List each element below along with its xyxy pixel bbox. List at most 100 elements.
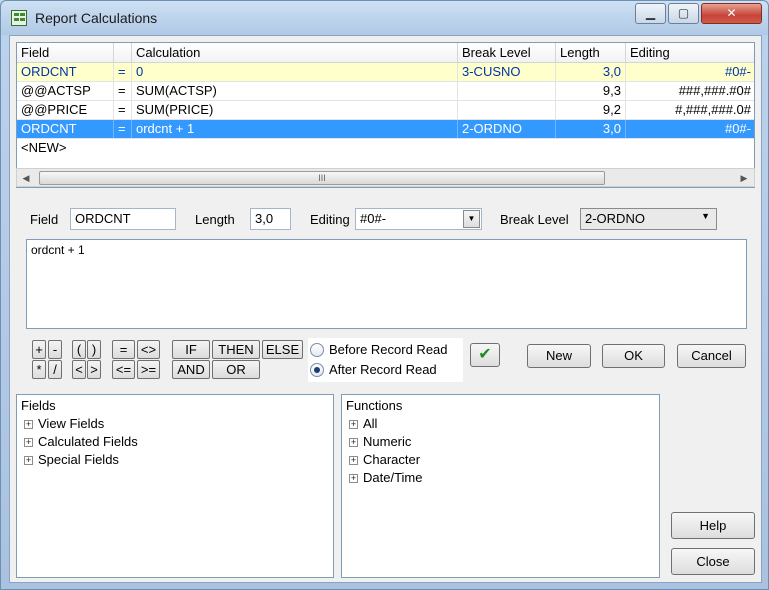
op-less-button[interactable]: < bbox=[72, 360, 86, 379]
cell-op: = bbox=[114, 120, 132, 138]
op-less-equal-button[interactable]: <= bbox=[112, 360, 135, 379]
op-then-button[interactable]: THEN bbox=[212, 340, 260, 359]
op-divide-button[interactable]: / bbox=[48, 360, 62, 379]
tree-node-date-time[interactable]: + Date/Time bbox=[346, 469, 655, 487]
op-else-button[interactable]: ELSE bbox=[262, 340, 303, 359]
tree-node-label: View Fields bbox=[38, 416, 105, 431]
after-record-read-option[interactable]: After Record Read bbox=[310, 360, 437, 380]
op-or-button[interactable]: OR bbox=[212, 360, 260, 379]
table-row-selected[interactable]: ORDCNT = ordcnt + 1 2-ORDNO 3,0 #0#- bbox=[17, 120, 754, 139]
radio-after[interactable] bbox=[310, 363, 324, 377]
scroll-thumb[interactable]: III bbox=[39, 171, 605, 185]
op-if-button[interactable]: IF bbox=[172, 340, 210, 359]
editing-combo[interactable]: #0#- ▼ bbox=[355, 208, 482, 230]
cell-calculation: SUM(ACTSP) bbox=[132, 82, 458, 100]
close-button[interactable]: Close bbox=[671, 548, 755, 575]
cell-calculation: 0 bbox=[132, 63, 458, 81]
cell-length: 9,3 bbox=[556, 82, 626, 100]
cell-op: = bbox=[114, 63, 132, 81]
cell-length: 9,2 bbox=[556, 101, 626, 119]
cell-calculation: SUM(PRICE) bbox=[132, 101, 458, 119]
close-window-button[interactable]: ✕ bbox=[701, 3, 762, 24]
op-not-equal-button[interactable]: <> bbox=[137, 340, 160, 359]
record-read-radio-group: Before Record Read After Record Read bbox=[308, 338, 463, 382]
before-record-read-label: Before Record Read bbox=[329, 342, 448, 357]
tree-node-label: Numeric bbox=[363, 434, 412, 449]
field-input[interactable]: ORDCNT bbox=[70, 208, 176, 230]
editing-label: Editing bbox=[310, 212, 350, 227]
header-op[interactable] bbox=[114, 43, 132, 62]
tree-node-view-fields[interactable]: + View Fields bbox=[21, 415, 329, 433]
new-button[interactable]: New bbox=[527, 344, 591, 368]
op-lparen-button[interactable]: ( bbox=[72, 340, 86, 359]
expand-icon[interactable]: + bbox=[349, 456, 358, 465]
tree-node-special-fields[interactable]: + Special Fields bbox=[21, 451, 329, 469]
cell-editing: #,###,###.0# bbox=[626, 101, 754, 119]
op-and-button[interactable]: AND bbox=[172, 360, 210, 379]
expand-icon[interactable]: + bbox=[24, 420, 33, 429]
header-calculation[interactable]: Calculation bbox=[132, 43, 458, 62]
calculator-icon bbox=[11, 10, 27, 26]
tree-node-numeric[interactable]: + Numeric bbox=[346, 433, 655, 451]
editing-value: #0#- bbox=[360, 211, 387, 226]
table-row[interactable]: @@PRICE = SUM(PRICE) 9,2 #,###,###.0# bbox=[17, 101, 754, 120]
fields-tree[interactable]: Fields + View Fields + Calculated Fields +… bbox=[16, 394, 334, 578]
calculations-grid[interactable]: Field Calculation Break Level Length Edi… bbox=[16, 42, 755, 188]
op-plus-button[interactable]: + bbox=[32, 340, 46, 359]
expand-icon[interactable]: + bbox=[24, 438, 33, 447]
cancel-button[interactable]: Cancel bbox=[677, 344, 746, 368]
tree-node-label: Special Fields bbox=[38, 452, 119, 467]
tree-node-label: Calculated Fields bbox=[38, 434, 138, 449]
field-label: Field bbox=[30, 212, 59, 227]
tree-node-label: All bbox=[363, 416, 378, 431]
op-multiply-button[interactable]: * bbox=[32, 360, 46, 379]
scroll-left-icon[interactable]: ◀ bbox=[19, 171, 33, 185]
op-rparen-button[interactable]: ) bbox=[87, 340, 101, 359]
header-editing[interactable]: Editing bbox=[626, 43, 754, 62]
calculation-textarea[interactable]: ordcnt + 1 bbox=[26, 239, 747, 329]
ok-button[interactable]: OK bbox=[602, 344, 665, 368]
break-level-select[interactable]: 2-ORDNO ▼ bbox=[580, 208, 717, 230]
expand-icon[interactable]: + bbox=[349, 420, 358, 429]
cell-break-level: 2-ORDNO bbox=[458, 120, 556, 138]
expand-icon[interactable]: + bbox=[349, 438, 358, 447]
break-level-value: 2-ORDNO bbox=[585, 211, 645, 226]
cell-field: ORDCNT bbox=[17, 120, 114, 138]
cell-editing: #0#- bbox=[626, 120, 754, 138]
minimize-button[interactable]: ▁ bbox=[635, 3, 666, 24]
horizontal-scrollbar[interactable]: ◀ III ▶ bbox=[16, 168, 755, 187]
table-row[interactable]: ORDCNT = 0 3-CUSNO 3,0 #0#- bbox=[17, 63, 754, 82]
before-record-read-option[interactable]: Before Record Read bbox=[310, 340, 448, 360]
radio-before[interactable] bbox=[310, 343, 324, 357]
help-button[interactable]: Help bbox=[671, 512, 755, 539]
tree-node-calculated-fields[interactable]: + Calculated Fields bbox=[21, 433, 329, 451]
fields-tree-title: Fields bbox=[21, 398, 56, 413]
cell-field: @@ACTSP bbox=[17, 82, 114, 100]
tree-node-all[interactable]: + All bbox=[346, 415, 655, 433]
tree-node-character[interactable]: + Character bbox=[346, 451, 655, 469]
report-calculations-window: Report Calculations ▁ ▢ ✕ Field Calculat… bbox=[0, 0, 769, 590]
functions-tree[interactable]: Functions + All + Numeric + Character + Date… bbox=[341, 394, 660, 578]
header-break-level[interactable]: Break Level bbox=[458, 43, 556, 62]
length-label: Length bbox=[195, 212, 235, 227]
table-row[interactable]: @@ACTSP = SUM(ACTSP) 9,3 ###,###.#0# bbox=[17, 82, 754, 101]
chevron-down-icon[interactable]: ▼ bbox=[463, 210, 480, 228]
checkmark-icon[interactable]: ✔ bbox=[470, 343, 500, 367]
op-equal-button[interactable]: = bbox=[112, 340, 135, 359]
maximize-button[interactable]: ▢ bbox=[668, 3, 699, 24]
tree-node-label: Date/Time bbox=[363, 470, 423, 485]
table-row-new[interactable]: <NEW> bbox=[17, 139, 754, 158]
cell-length: 3,0 bbox=[556, 120, 626, 138]
header-length[interactable]: Length bbox=[556, 43, 626, 62]
expand-icon[interactable]: + bbox=[24, 456, 33, 465]
dialog-body: Field Calculation Break Level Length Edi… bbox=[9, 35, 762, 583]
cell-editing: #0#- bbox=[626, 63, 754, 81]
op-greater-button[interactable]: > bbox=[87, 360, 101, 379]
op-minus-button[interactable]: - bbox=[48, 340, 62, 359]
expand-icon[interactable]: + bbox=[349, 474, 358, 483]
header-field[interactable]: Field bbox=[17, 43, 114, 62]
op-greater-equal-button[interactable]: >= bbox=[137, 360, 160, 379]
length-input[interactable]: 3,0 bbox=[250, 208, 291, 230]
scroll-right-icon[interactable]: ▶ bbox=[737, 171, 751, 185]
chevron-down-icon: ▼ bbox=[701, 211, 710, 221]
